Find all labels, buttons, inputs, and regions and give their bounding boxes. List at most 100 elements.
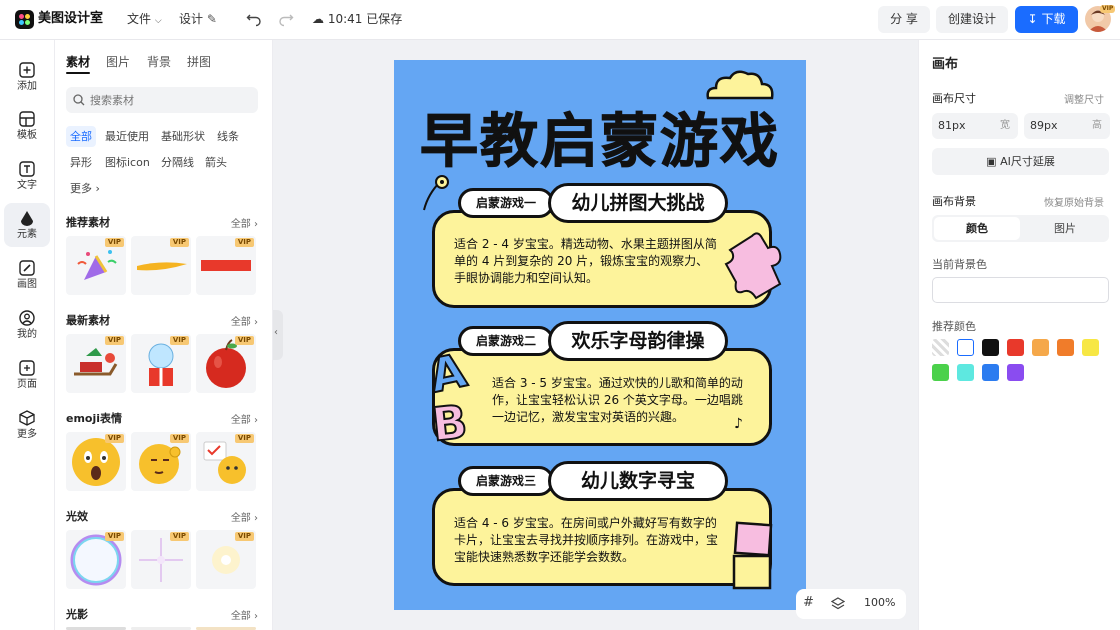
tab-collage[interactable]: 拼图 [187,53,211,70]
template-icon [19,111,35,127]
seg-image[interactable]: 图片 [1022,217,1108,240]
rail-item-text[interactable]: 文字 [4,154,50,198]
asset-thumb[interactable]: VIP [131,432,191,491]
asset-thumb[interactable]: VIP [66,530,126,589]
cloud-saved-icon: ☁ [312,12,324,26]
swatch-white[interactable] [957,339,974,356]
file-menu[interactable]: 文件 ⌵ [127,0,162,40]
current-bg-title: 当前背景色 [932,258,987,271]
chip-more[interactable]: 更多 › [66,178,104,199]
swatch-black[interactable] [982,339,999,356]
chip-dividers[interactable]: 分隔线 [157,152,198,173]
swatch-light-orange[interactable] [1032,339,1049,356]
left-rail: 添加 模板 文字 元素 画图 我的 页面 更多 [0,40,55,630]
section-title: emoji表情 [66,412,123,425]
app-logo-icon[interactable] [15,10,34,29]
chip-more-label: 更多 [70,182,92,195]
create-design-button[interactable]: 创建设计 [936,6,1008,33]
section-all-link[interactable]: 全部 › [231,411,258,426]
share-button[interactable]: 分 享 [878,6,930,33]
page-add-icon [19,360,35,376]
search-input[interactable] [90,87,250,113]
asset-thumb[interactable]: VIP [66,236,126,295]
ai-extend-button[interactable]: ▣ AI尺寸延展 [932,148,1109,175]
design-menu[interactable]: 设计 ✎ [179,0,217,40]
element-icon [21,211,33,226]
swatch-transparent[interactable] [932,339,949,356]
swatch-blue[interactable] [982,364,999,381]
chevron-down-icon: ⌵ [154,16,162,26]
swatch-cyan[interactable] [957,364,974,381]
zoom-level[interactable]: 100% [864,596,895,609]
swatch-orange[interactable] [1057,339,1074,356]
zoom-toolbar: # 100% [796,589,906,619]
vip-badge: VIP [169,336,189,345]
game-tag[interactable]: 启蒙游戏一 [458,188,554,218]
chip-lines[interactable]: 线条 [213,126,243,147]
tab-images[interactable]: 图片 [106,53,130,70]
reset-bg-link[interactable]: 恢复原始背景 [1044,194,1104,209]
vip-badge: VIP [1100,5,1116,13]
recommend-title: 推荐颜色 [932,320,976,333]
chip-all[interactable]: 全部 [66,126,96,147]
game-name[interactable]: 幼儿拼图大挑战 [548,183,728,223]
resize-link[interactable]: 调整尺寸 [1064,91,1104,106]
chip-recent[interactable]: 最近使用 [101,126,153,147]
vip-badge: VIP [104,238,124,247]
game-tag[interactable]: 启蒙游戏三 [458,466,554,496]
swatch-red[interactable] [1007,339,1024,356]
current-bg-swatch[interactable] [932,277,1109,303]
asset-thumb[interactable]: VIP [66,334,126,393]
app-name[interactable]: 美图设计室 [38,0,103,40]
rail-item-add[interactable]: 添加 [4,55,50,99]
search-icon [73,94,85,106]
chip-irregular[interactable]: 异形 [66,152,96,173]
rail-item-draw[interactable]: 画图 [4,253,50,297]
game-desc[interactable]: 适合 4 - 6 岁宝宝。在房间或户外藏好写有数字的卡片，让宝宝去寻找并按顺序排… [454,515,718,566]
rail-item-pages[interactable]: 页面 [4,353,50,397]
rail-item-templates[interactable]: 模板 [4,104,50,148]
chip-arrows[interactable]: 箭头 [201,152,231,173]
section-all-link[interactable]: 全部 › [231,509,258,524]
seg-color[interactable]: 颜色 [934,217,1020,240]
chevron-left-icon: ‹ [274,327,278,338]
tab-backgrounds[interactable]: 背景 [147,53,171,70]
design-canvas[interactable]: 早教启蒙游戏 启蒙游戏一 幼儿拼图大挑战 适合 2 - 4 岁宝宝。精选动物、水… [394,60,806,610]
redo-icon[interactable] [278,12,294,28]
chip-icons[interactable]: 图标icon [101,152,154,173]
grid-icon[interactable]: # [803,595,814,610]
game-name[interactable]: 欢乐字母韵律操 [548,321,728,361]
game-name[interactable]: 幼儿数字寻宝 [548,461,728,501]
rail-item-elements[interactable]: 元素 [4,203,50,247]
swatch-green[interactable] [932,364,949,381]
height-field[interactable]: 89px 高 [1024,113,1110,139]
section-all-link[interactable]: 全部 › [231,607,258,622]
swatch-purple[interactable] [1007,364,1024,381]
asset-thumb[interactable]: VIP [196,432,256,491]
poster-title[interactable]: 早教启蒙游戏 [394,94,806,178]
section-all-link[interactable]: 全部 › [231,215,258,230]
rail-item-mine[interactable]: 我的 [4,303,50,347]
asset-thumb[interactable]: VIP [131,334,191,393]
section-all-link[interactable]: 全部 › [231,313,258,328]
rail-item-more[interactable]: 更多 [4,403,50,447]
asset-thumb[interactable]: VIP [66,432,126,491]
game-desc[interactable]: 适合 2 - 4 岁宝宝。精选动物、水果主题拼图从简单的 4 片到复杂的 20 … [454,236,718,287]
asset-thumb[interactable]: VIP [131,530,191,589]
download-button[interactable]: ↧ 下载 [1015,6,1078,33]
search-box[interactable] [66,87,258,113]
collapse-panel-handle[interactable]: ‹ [273,310,283,360]
undo-icon[interactable] [246,12,262,28]
width-field[interactable]: 81px 宽 [932,113,1018,139]
asset-thumb[interactable]: VIP [196,334,256,393]
chip-basic-shapes[interactable]: 基础形状 [157,126,209,147]
game-desc[interactable]: 适合 3 - 5 岁宝宝。通过欢快的儿歌和简单的动作，让宝宝轻松认识 26 个英… [492,375,750,426]
asset-thumb[interactable]: VIP [196,236,256,295]
game-tag[interactable]: 启蒙游戏二 [458,326,554,356]
asset-thumb[interactable]: VIP [196,530,256,589]
swatch-yellow[interactable] [1082,339,1099,356]
asset-thumb[interactable]: VIP [131,236,191,295]
section-title: 最新素材 [66,314,110,327]
layers-icon[interactable] [831,597,845,611]
tab-materials[interactable]: 素材 [66,53,91,74]
